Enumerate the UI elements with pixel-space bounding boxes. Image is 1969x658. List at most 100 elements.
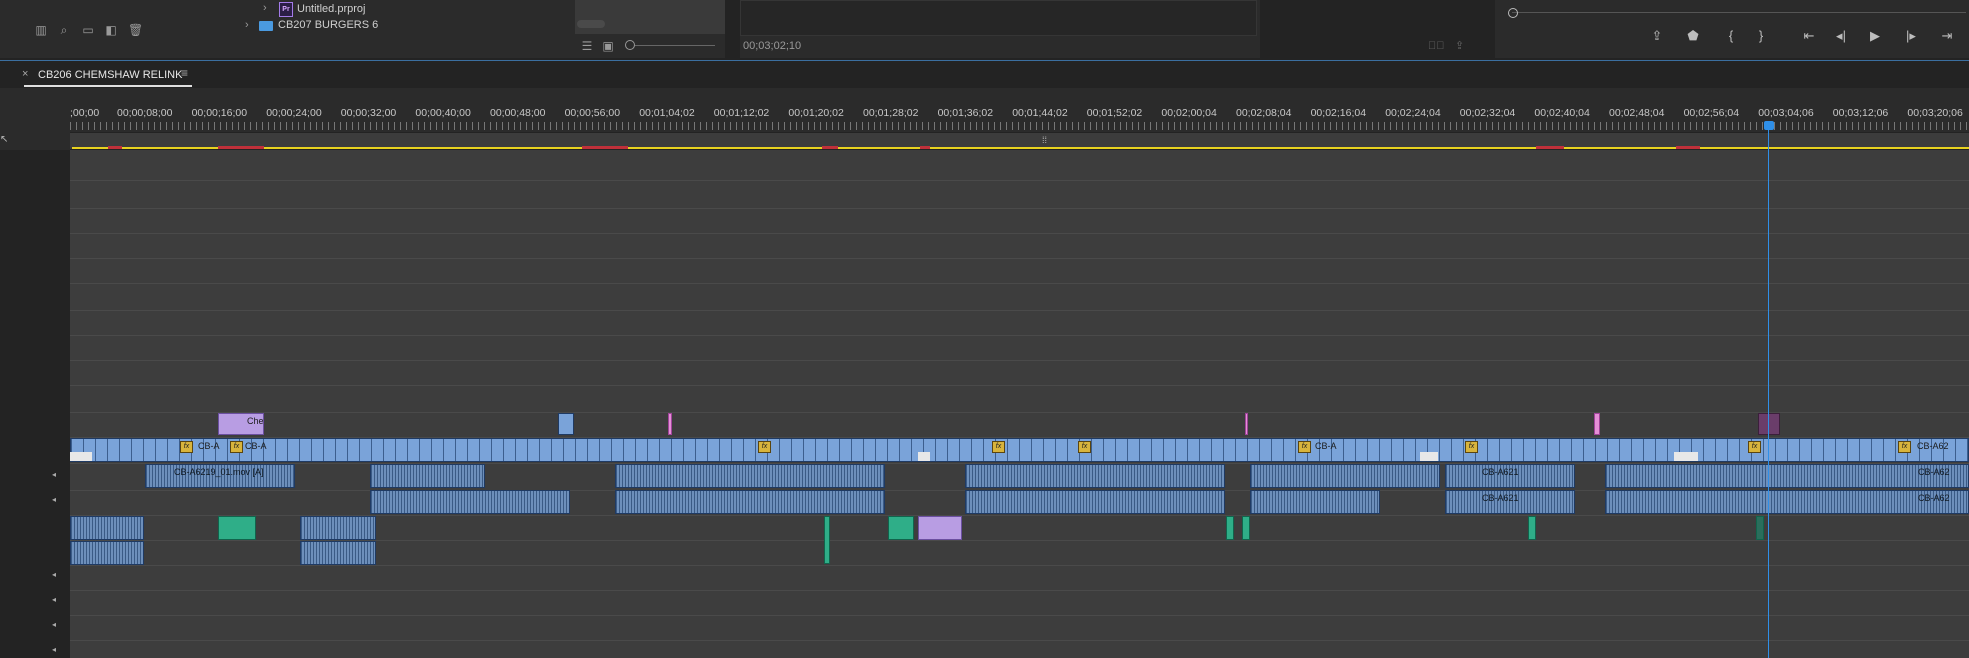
audio-clip[interactable] <box>965 464 1225 488</box>
play-icon[interactable]: ▶ <box>1866 28 1884 44</box>
step-forward-icon[interactable]: |▸ <box>1902 28 1920 44</box>
track-collapse-icon[interactable]: ◂ <box>52 470 56 479</box>
adjustment-clip[interactable] <box>1245 413 1248 435</box>
search-icon[interactable]: ⌕ <box>57 24 71 36</box>
step-back-icon[interactable]: ◂| <box>1832 28 1850 44</box>
panel-menu-icon[interactable]: ≡ <box>181 66 188 80</box>
audio-clip[interactable] <box>615 464 885 488</box>
go-to-in-icon[interactable]: ⇤ <box>1800 28 1818 44</box>
audio-clip[interactable] <box>70 516 144 540</box>
graphic-clip[interactable] <box>824 516 830 564</box>
audio-clip[interactable] <box>370 490 570 514</box>
list-view-icon[interactable]: ☰ <box>580 40 594 52</box>
audio-clip[interactable]: CB-A6219_01.mov [A] <box>145 464 295 488</box>
track-divider <box>70 385 1969 386</box>
graphic-clip[interactable] <box>218 516 256 540</box>
add-marker-icon[interactable]: ⬟ <box>1684 28 1702 44</box>
ruler-tick-label: 00;02;00;04 <box>1161 107 1217 119</box>
icon-view-icon[interactable]: ▣ <box>601 40 615 52</box>
track-divider <box>70 258 1969 259</box>
chevron-right-icon[interactable]: › <box>245 19 249 31</box>
audio-clip[interactable] <box>70 541 144 565</box>
program-scrub-bar[interactable] <box>1512 12 1966 13</box>
list-view-icon[interactable]: ▥ <box>34 24 48 36</box>
audio-clip[interactable] <box>300 516 376 540</box>
source-timecode[interactable]: 00;03;02;10 <box>743 40 801 52</box>
fx-badge-icon: fx <box>230 441 243 453</box>
graphic-clip[interactable] <box>1528 516 1536 540</box>
folder-icon[interactable]: ▭ <box>81 24 95 36</box>
title-clip[interactable]: Chen <box>218 413 264 435</box>
list-item[interactable]: › CB207 BURGERS 6 <box>205 19 575 34</box>
zoom-slider[interactable] <box>635 45 715 46</box>
audio-clip[interactable] <box>965 490 1225 514</box>
ruler-tick-label: 00;01;36;02 <box>937 107 994 119</box>
audio-clip[interactable] <box>370 464 485 488</box>
clip-label: CB-A621 <box>1482 493 1519 503</box>
track-collapse-icon[interactable]: ◂ <box>52 595 56 604</box>
track-divider <box>70 590 1969 591</box>
graphic-clip[interactable] <box>1226 516 1234 540</box>
track-collapse-icon[interactable]: ◂ <box>52 645 56 654</box>
ruler-tick-label: 00;02;08;04 <box>1236 107 1292 119</box>
adjustment-clip[interactable] <box>1758 413 1780 435</box>
ruler-tick-label: 00;01;28;02 <box>863 107 919 119</box>
export-frame-icon[interactable]: ⇪ <box>1648 28 1666 44</box>
graphic-clip[interactable] <box>1756 516 1764 540</box>
audio-clip[interactable]: CB-A621 <box>1445 464 1575 488</box>
ruler-tick-label: 00;02;56;04 <box>1683 107 1740 119</box>
audio-clip[interactable] <box>1250 490 1380 514</box>
close-icon[interactable]: × <box>22 68 28 80</box>
adjustment-clip[interactable] <box>668 413 672 435</box>
adjustment-clip[interactable] <box>1594 413 1600 435</box>
render-bar-segment <box>108 146 122 149</box>
mark-out-icon[interactable]: } <box>1752 28 1770 43</box>
folder-icon <box>259 21 273 31</box>
new-item-icon[interactable]: ◧ <box>104 24 118 36</box>
clip-label: CB-A621 <box>1482 467 1519 477</box>
trash-icon[interactable]: 🗑 <box>128 24 143 36</box>
graphic-clip[interactable] <box>888 516 914 540</box>
scrollbar[interactable] <box>577 20 605 28</box>
offline-marker <box>1420 452 1438 461</box>
playhead-line[interactable] <box>1768 130 1769 658</box>
premiere-project-icon: Pr <box>279 2 293 17</box>
ruler-tick-label: 00;00;32;00 <box>340 107 397 119</box>
render-bar-segment <box>582 146 628 149</box>
list-item[interactable]: › Pr Untitled.prproj <box>205 2 575 19</box>
ruler-tick-label: 00;01;04;02 <box>639 107 695 119</box>
audio-clip[interactable]: CB-A62 <box>1605 464 1969 488</box>
fx-badge-icon: fx <box>1298 441 1311 453</box>
ruler-tick-label: 00;01;20;02 <box>788 107 844 119</box>
project-bottom-bar: ☰ ▣ <box>205 34 725 58</box>
export-icon[interactable]: ⇪ <box>1455 39 1464 52</box>
title-clip[interactable] <box>918 516 962 540</box>
timeline-tracks[interactable] <box>70 150 1969 658</box>
graphic-clip[interactable] <box>1242 516 1250 540</box>
clip-label: Chen <box>247 416 264 426</box>
go-to-out-icon[interactable]: ⇥ <box>1938 28 1956 44</box>
video-clip[interactable] <box>558 413 574 435</box>
track-collapse-icon[interactable]: ◂ <box>52 570 56 579</box>
audio-clip[interactable] <box>1250 464 1440 488</box>
ruler-tick-label: 00;01;44;02 <box>1012 107 1068 119</box>
audio-clip[interactable] <box>300 541 376 565</box>
program-playhead-knob[interactable] <box>1508 8 1518 18</box>
ruler-tick-label: 00;02;32;04 <box>1459 107 1516 119</box>
clip-label: CB-A <box>198 441 220 451</box>
audio-clip[interactable]: CB-A621 <box>1445 490 1575 514</box>
playhead-handle[interactable] <box>1764 121 1774 130</box>
offline-marker <box>918 452 930 461</box>
audio-clip[interactable] <box>615 490 885 514</box>
insert-icon[interactable]: ▶⃓ <box>1428 40 1445 52</box>
chevron-right-icon[interactable]: › <box>263 2 267 14</box>
track-collapse-icon[interactable]: ◂ <box>52 495 56 504</box>
ruler-tick-label: ;00;00 <box>70 107 100 119</box>
audio-clip[interactable]: CB-A62 <box>1605 490 1969 514</box>
selection-tool-icon[interactable]: ↖ <box>0 134 8 145</box>
mark-in-icon[interactable]: { <box>1722 28 1740 43</box>
zoom-slider-knob[interactable] <box>625 40 635 50</box>
tab-sequence[interactable]: CB206 CHEMSHAW RELINK <box>38 69 182 81</box>
work-area-grip-icon[interactable]: ⁞⁞ <box>1042 135 1047 145</box>
track-collapse-icon[interactable]: ◂ <box>52 620 56 629</box>
